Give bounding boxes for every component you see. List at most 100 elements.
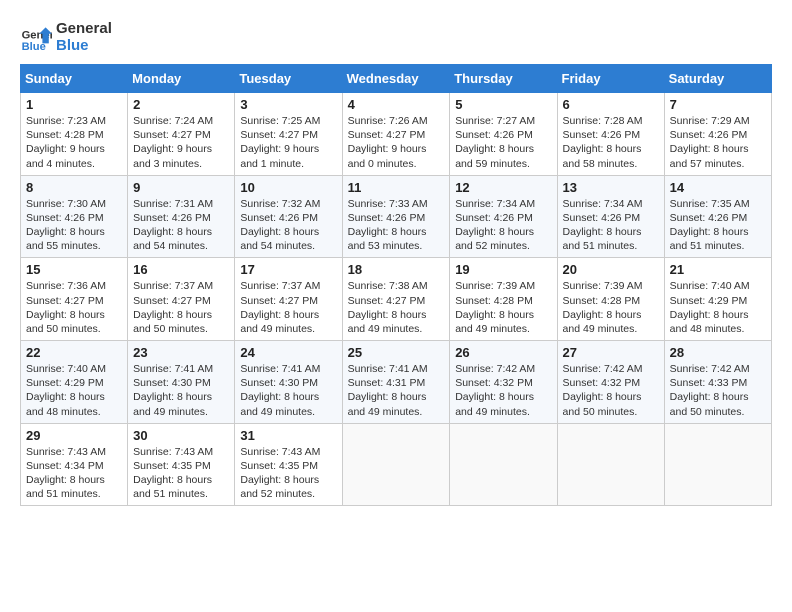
day-info: Sunrise: 7:42 AMSunset: 4:32 PMDaylight:…	[563, 362, 659, 419]
day-number: 29	[26, 428, 122, 443]
day-number: 10	[240, 180, 336, 195]
day-number: 4	[348, 97, 445, 112]
calendar-cell: 11 Sunrise: 7:33 AMSunset: 4:26 PMDaylig…	[342, 175, 450, 258]
logo-icon: General Blue	[20, 21, 52, 53]
calendar-cell: 24 Sunrise: 7:41 AMSunset: 4:30 PMDaylig…	[235, 341, 342, 424]
day-info: Sunrise: 7:43 AMSunset: 4:35 PMDaylight:…	[240, 445, 336, 502]
calendar-cell: 5 Sunrise: 7:27 AMSunset: 4:26 PMDayligh…	[450, 93, 557, 176]
calendar-week-3: 15 Sunrise: 7:36 AMSunset: 4:27 PMDaylig…	[21, 258, 772, 341]
calendar-cell: 30 Sunrise: 7:43 AMSunset: 4:35 PMDaylig…	[128, 423, 235, 506]
logo-blue: Blue	[56, 37, 112, 54]
calendar-body: 1 Sunrise: 7:23 AMSunset: 4:28 PMDayligh…	[21, 93, 772, 506]
calendar-cell: 21 Sunrise: 7:40 AMSunset: 4:29 PMDaylig…	[664, 258, 771, 341]
weekday-header-friday: Friday	[557, 65, 664, 93]
calendar-cell: 9 Sunrise: 7:31 AMSunset: 4:26 PMDayligh…	[128, 175, 235, 258]
calendar-cell	[557, 423, 664, 506]
day-number: 21	[670, 262, 766, 277]
calendar-cell: 6 Sunrise: 7:28 AMSunset: 4:26 PMDayligh…	[557, 93, 664, 176]
day-number: 11	[348, 180, 445, 195]
day-info: Sunrise: 7:32 AMSunset: 4:26 PMDaylight:…	[240, 197, 336, 254]
day-info: Sunrise: 7:23 AMSunset: 4:28 PMDaylight:…	[26, 114, 122, 171]
day-number: 24	[240, 345, 336, 360]
weekday-header-sunday: Sunday	[21, 65, 128, 93]
day-info: Sunrise: 7:34 AMSunset: 4:26 PMDaylight:…	[563, 197, 659, 254]
calendar-cell: 25 Sunrise: 7:41 AMSunset: 4:31 PMDaylig…	[342, 341, 450, 424]
calendar-cell: 4 Sunrise: 7:26 AMSunset: 4:27 PMDayligh…	[342, 93, 450, 176]
day-info: Sunrise: 7:31 AMSunset: 4:26 PMDaylight:…	[133, 197, 229, 254]
calendar-cell: 20 Sunrise: 7:39 AMSunset: 4:28 PMDaylig…	[557, 258, 664, 341]
day-info: Sunrise: 7:41 AMSunset: 4:30 PMDaylight:…	[240, 362, 336, 419]
day-number: 13	[563, 180, 659, 195]
calendar-cell: 15 Sunrise: 7:36 AMSunset: 4:27 PMDaylig…	[21, 258, 128, 341]
calendar-cell: 1 Sunrise: 7:23 AMSunset: 4:28 PMDayligh…	[21, 93, 128, 176]
day-number: 27	[563, 345, 659, 360]
day-number: 22	[26, 345, 122, 360]
day-info: Sunrise: 7:38 AMSunset: 4:27 PMDaylight:…	[348, 279, 445, 336]
calendar-cell: 3 Sunrise: 7:25 AMSunset: 4:27 PMDayligh…	[235, 93, 342, 176]
weekday-header-saturday: Saturday	[664, 65, 771, 93]
calendar-cell: 14 Sunrise: 7:35 AMSunset: 4:26 PMDaylig…	[664, 175, 771, 258]
day-info: Sunrise: 7:39 AMSunset: 4:28 PMDaylight:…	[455, 279, 551, 336]
day-number: 26	[455, 345, 551, 360]
calendar-cell: 28 Sunrise: 7:42 AMSunset: 4:33 PMDaylig…	[664, 341, 771, 424]
day-info: Sunrise: 7:41 AMSunset: 4:31 PMDaylight:…	[348, 362, 445, 419]
calendar-week-4: 22 Sunrise: 7:40 AMSunset: 4:29 PMDaylig…	[21, 341, 772, 424]
calendar-cell: 27 Sunrise: 7:42 AMSunset: 4:32 PMDaylig…	[557, 341, 664, 424]
calendar-table: SundayMondayTuesdayWednesdayThursdayFrid…	[20, 64, 772, 506]
calendar-cell: 7 Sunrise: 7:29 AMSunset: 4:26 PMDayligh…	[664, 93, 771, 176]
calendar-cell: 29 Sunrise: 7:43 AMSunset: 4:34 PMDaylig…	[21, 423, 128, 506]
weekday-header-monday: Monday	[128, 65, 235, 93]
calendar-cell: 8 Sunrise: 7:30 AMSunset: 4:26 PMDayligh…	[21, 175, 128, 258]
day-number: 20	[563, 262, 659, 277]
day-number: 16	[133, 262, 229, 277]
day-number: 1	[26, 97, 122, 112]
weekday-header-wednesday: Wednesday	[342, 65, 450, 93]
calendar-cell: 26 Sunrise: 7:42 AMSunset: 4:32 PMDaylig…	[450, 341, 557, 424]
day-info: Sunrise: 7:41 AMSunset: 4:30 PMDaylight:…	[133, 362, 229, 419]
calendar-cell: 12 Sunrise: 7:34 AMSunset: 4:26 PMDaylig…	[450, 175, 557, 258]
day-number: 7	[670, 97, 766, 112]
day-number: 23	[133, 345, 229, 360]
day-info: Sunrise: 7:40 AMSunset: 4:29 PMDaylight:…	[670, 279, 766, 336]
calendar-cell: 19 Sunrise: 7:39 AMSunset: 4:28 PMDaylig…	[450, 258, 557, 341]
day-number: 3	[240, 97, 336, 112]
calendar-cell: 18 Sunrise: 7:38 AMSunset: 4:27 PMDaylig…	[342, 258, 450, 341]
logo-general: General	[56, 20, 112, 37]
day-info: Sunrise: 7:36 AMSunset: 4:27 PMDaylight:…	[26, 279, 122, 336]
calendar-week-1: 1 Sunrise: 7:23 AMSunset: 4:28 PMDayligh…	[21, 93, 772, 176]
day-info: Sunrise: 7:27 AMSunset: 4:26 PMDaylight:…	[455, 114, 551, 171]
day-info: Sunrise: 7:37 AMSunset: 4:27 PMDaylight:…	[240, 279, 336, 336]
day-info: Sunrise: 7:33 AMSunset: 4:26 PMDaylight:…	[348, 197, 445, 254]
day-info: Sunrise: 7:30 AMSunset: 4:26 PMDaylight:…	[26, 197, 122, 254]
day-number: 19	[455, 262, 551, 277]
day-info: Sunrise: 7:25 AMSunset: 4:27 PMDaylight:…	[240, 114, 336, 171]
day-info: Sunrise: 7:28 AMSunset: 4:26 PMDaylight:…	[563, 114, 659, 171]
day-number: 25	[348, 345, 445, 360]
day-info: Sunrise: 7:42 AMSunset: 4:32 PMDaylight:…	[455, 362, 551, 419]
day-info: Sunrise: 7:34 AMSunset: 4:26 PMDaylight:…	[455, 197, 551, 254]
logo: General Blue General Blue	[20, 20, 112, 54]
day-number: 31	[240, 428, 336, 443]
day-number: 30	[133, 428, 229, 443]
calendar-cell: 22 Sunrise: 7:40 AMSunset: 4:29 PMDaylig…	[21, 341, 128, 424]
day-number: 28	[670, 345, 766, 360]
day-number: 14	[670, 180, 766, 195]
day-info: Sunrise: 7:42 AMSunset: 4:33 PMDaylight:…	[670, 362, 766, 419]
day-info: Sunrise: 7:26 AMSunset: 4:27 PMDaylight:…	[348, 114, 445, 171]
calendar-cell	[450, 423, 557, 506]
day-info: Sunrise: 7:29 AMSunset: 4:26 PMDaylight:…	[670, 114, 766, 171]
calendar-week-2: 8 Sunrise: 7:30 AMSunset: 4:26 PMDayligh…	[21, 175, 772, 258]
day-number: 18	[348, 262, 445, 277]
day-info: Sunrise: 7:43 AMSunset: 4:35 PMDaylight:…	[133, 445, 229, 502]
day-info: Sunrise: 7:39 AMSunset: 4:28 PMDaylight:…	[563, 279, 659, 336]
calendar-cell: 13 Sunrise: 7:34 AMSunset: 4:26 PMDaylig…	[557, 175, 664, 258]
day-number: 15	[26, 262, 122, 277]
calendar-cell	[342, 423, 450, 506]
day-info: Sunrise: 7:37 AMSunset: 4:27 PMDaylight:…	[133, 279, 229, 336]
calendar-cell: 31 Sunrise: 7:43 AMSunset: 4:35 PMDaylig…	[235, 423, 342, 506]
day-number: 8	[26, 180, 122, 195]
calendar-cell: 16 Sunrise: 7:37 AMSunset: 4:27 PMDaylig…	[128, 258, 235, 341]
day-number: 9	[133, 180, 229, 195]
day-number: 12	[455, 180, 551, 195]
svg-text:Blue: Blue	[22, 41, 46, 53]
